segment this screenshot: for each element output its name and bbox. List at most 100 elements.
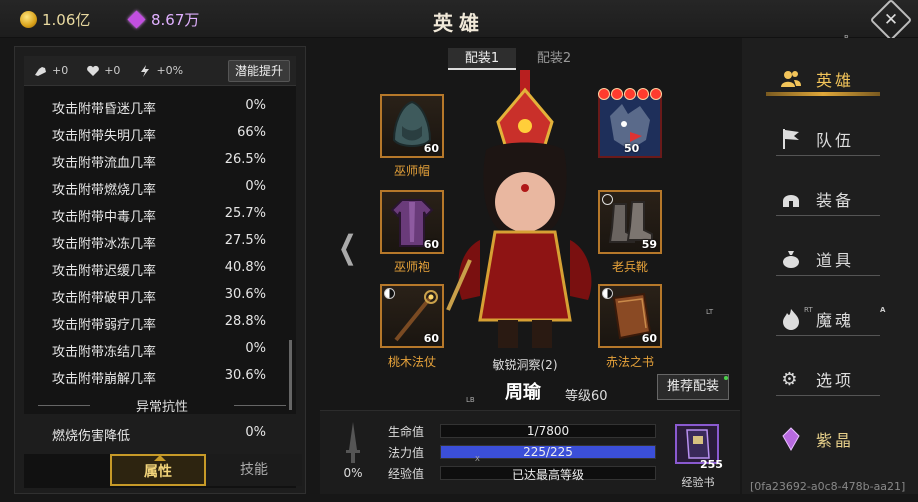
stat-row: 攻击附带冻结几率 0% — [52, 341, 266, 360]
staff-slot[interactable]: 60 — [380, 284, 444, 348]
flag-icon — [780, 128, 802, 150]
yinyang-icon — [602, 288, 613, 299]
nav-equipment[interactable]: 装备 — [780, 184, 880, 214]
divider — [776, 275, 880, 276]
mp-bar: 225/225 — [440, 445, 656, 459]
divider — [776, 335, 880, 336]
strength-value: +0 — [52, 64, 69, 77]
hint-a: A — [880, 306, 886, 314]
yinyang-icon — [384, 288, 395, 299]
item-level: 60 — [423, 238, 439, 251]
helmet-icon — [780, 188, 802, 210]
stat-row: 攻击附带破甲几率 30.6% — [52, 287, 266, 306]
stat-row: 攻击附带迟缓几率 40.8% — [52, 260, 266, 279]
nav-label: 魔魂 — [816, 311, 855, 330]
star-icon — [637, 88, 649, 100]
nav-hero[interactable]: 英雄 — [780, 64, 880, 94]
nav-soul[interactable]: 魔魂 — [780, 304, 880, 334]
item-level: 60 — [423, 332, 439, 345]
exp-label: 经验值 — [388, 467, 425, 481]
hp-value: 1/7800 — [526, 424, 570, 438]
tab-skills[interactable]: 技能 — [206, 454, 302, 486]
stat-row: 攻击附带弱疗几率 28.8% — [52, 314, 266, 333]
hero-level: 等级60 — [565, 389, 608, 404]
speed-stat: +0% — [138, 64, 183, 77]
potential-bar: +0 +0 +0% 潜能提升 — [24, 56, 296, 86]
resist-row: 燃烧伤害降低 0% — [52, 425, 266, 444]
hint-lb: LB — [466, 396, 475, 404]
stat-row: 攻击附带中毒几率 25.7% — [52, 206, 266, 225]
stat-row: 攻击附带崩解几率 30.6% — [52, 368, 266, 387]
nav-label: 装备 — [816, 191, 855, 210]
lightning-icon — [141, 64, 150, 77]
prev-hero-arrow-icon[interactable]: ❮ — [338, 228, 357, 266]
stat-row: 攻击附带冰冻几率 27.5% — [52, 233, 266, 252]
hint-rt: RT — [804, 306, 813, 314]
hero-portrait — [446, 70, 592, 348]
book-name: 赤法之书 — [605, 355, 654, 369]
weapon-percent: 0% — [343, 466, 363, 480]
star-icon — [611, 88, 623, 100]
hint-x: X — [475, 455, 480, 463]
star-rating — [598, 88, 662, 100]
nav-label: 紫晶 — [816, 431, 855, 450]
recommend-loadout-button[interactable]: 推荐配装 — [657, 374, 729, 400]
health-value: +0 — [104, 64, 121, 77]
speed-value: +0% — [156, 64, 184, 77]
pet-slot[interactable]: 50 — [598, 94, 662, 158]
mp-label: 法力值 — [388, 446, 425, 460]
book-slot[interactable]: 60 — [598, 284, 662, 348]
close-icon: ✕ — [883, 10, 899, 30]
section-header: 异常抗性 — [38, 396, 286, 415]
stat-row: 攻击附带失明几率 66% — [52, 125, 266, 144]
exp-book-icon — [686, 429, 710, 459]
nav-label: 队伍 — [816, 131, 855, 150]
nav-selected-indicator — [766, 92, 880, 96]
divider — [776, 395, 880, 396]
nav-options[interactable]: ⚙ 选项 — [780, 364, 880, 394]
session-id: [0fa23692-a0c8-478b-aa21] — [750, 480, 906, 493]
boots-name: 老兵靴 — [611, 260, 648, 274]
robe-slot[interactable]: 60 — [380, 190, 444, 254]
sword-icon — [346, 422, 360, 463]
hero-skill: 敏锐洞察(2) — [492, 358, 558, 372]
nav-label: 选项 — [816, 371, 855, 390]
star-icon — [598, 88, 610, 100]
flame-icon — [780, 308, 802, 330]
people-icon — [780, 68, 802, 90]
mp-value: 225/225 — [523, 445, 573, 459]
nav-items[interactable]: 道具 — [780, 244, 880, 274]
crystal-icon — [780, 427, 802, 451]
star-icon — [624, 88, 636, 100]
exp-bar: 已达最高等级 — [440, 466, 656, 482]
ring-icon — [602, 194, 613, 205]
scrollbar[interactable] — [289, 340, 292, 410]
nav-crystal[interactable]: 紫晶 — [780, 424, 880, 454]
bag-icon — [780, 248, 802, 270]
hp-bar: 1/7800 — [440, 424, 656, 438]
potential-upgrade-button[interactable]: 潜能提升 — [227, 60, 290, 82]
item-level: 59 — [641, 238, 657, 251]
page-title: 英雄 — [433, 11, 485, 35]
item-level: 60 — [423, 142, 439, 155]
exp-book-count: 255 — [700, 458, 723, 471]
arm-icon — [35, 66, 46, 76]
boots-slot[interactable]: 59 — [598, 190, 662, 254]
exp-book-label: 经验书 — [681, 476, 715, 489]
health-stat: +0 — [86, 64, 120, 77]
stat-row: 攻击附带昏迷几率 0% — [52, 98, 266, 117]
stat-row: 攻击附带流血几率 26.5% — [52, 152, 266, 171]
divider — [776, 215, 880, 216]
hp-label: 生命值 — [388, 425, 425, 439]
hat-slot[interactable]: 60 — [380, 94, 444, 158]
divider — [776, 155, 880, 156]
strength-stat: +0 — [34, 64, 68, 77]
nav-team[interactable]: 队伍 — [780, 124, 880, 154]
item-level: 60 — [641, 332, 657, 345]
exp-value: 已达最高等级 — [511, 468, 584, 482]
hero-name: 周瑜 — [505, 382, 541, 403]
nav-label: 道具 — [816, 251, 855, 270]
heart-icon — [87, 65, 100, 76]
tab-attributes[interactable]: 属性 — [110, 454, 206, 486]
notification-dot — [724, 376, 728, 380]
